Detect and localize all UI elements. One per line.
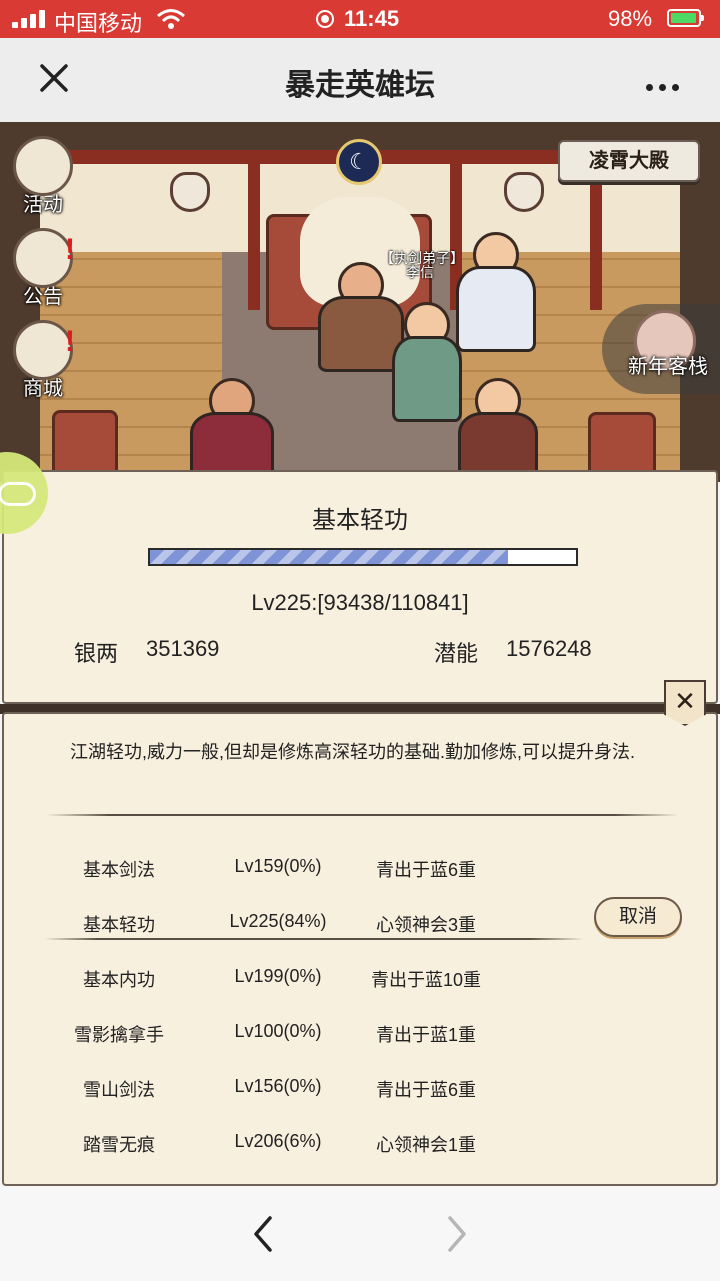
forward-arrow-icon[interactable] <box>442 1214 472 1254</box>
alert-badge-icon: ! <box>65 233 75 266</box>
more-menu-icon[interactable] <box>646 78 685 96</box>
cancel-button[interactable]: 取消 <box>594 897 682 937</box>
shop-stall-icon: ! <box>13 320 75 380</box>
new-year-inn-button[interactable]: 新年客栈 <box>602 304 720 394</box>
ox-skull-decoration <box>170 172 210 212</box>
location-label: 凌霄大殿 <box>558 140 700 182</box>
close-icon: ✕ <box>674 686 696 716</box>
selection-underline <box>44 938 584 940</box>
skill-row[interactable]: 基本内功 Lv199(0%) 青出于蓝10重 <box>4 966 716 1006</box>
ox-skull-decoration <box>504 172 544 212</box>
divider <box>46 814 678 816</box>
battery-icon <box>667 9 704 27</box>
announcement-button[interactable]: ! 公告 <box>10 228 76 309</box>
skill-row[interactable]: 雪影擒拿手 Lv100(0%) 青出于蓝1重 <box>4 1021 716 1061</box>
potential-value: 1576248 <box>506 636 592 661</box>
potential-label: 潜能 <box>434 641 479 666</box>
browser-bottom-bar <box>0 1186 720 1281</box>
game-scene: 【执剑弟子】 李信 ☾ 凌霄大殿 活动 ! 公告 ! 商城 新年客栈 <box>0 122 720 482</box>
skill-row[interactable]: 基本剑法 Lv159(0%) 青出于蓝6重 <box>4 856 716 896</box>
location-indicator-icon <box>316 10 334 28</box>
wifi-icon <box>157 9 185 29</box>
signal-icon <box>12 10 46 28</box>
skill-row[interactable]: 雪山剑法 Lv156(0%) 青出于蓝6重 <box>4 1076 716 1116</box>
npc-swordsman-white[interactable] <box>456 232 536 352</box>
nav-bar: 暴走英雄坛 <box>0 38 720 122</box>
skill-row[interactable]: 踏雪无痕 Lv206(6%) 心领神会1重 <box>4 1131 716 1171</box>
silver-label: 银两 <box>74 641 119 666</box>
npc-disciple[interactable] <box>458 378 538 482</box>
skill-progress-bar <box>148 548 578 566</box>
clock: 11:45 <box>344 6 400 31</box>
event-button[interactable]: 活动 <box>10 136 76 217</box>
flag-icon <box>13 136 73 196</box>
npc-name-label: 【执剑弟子】 李信 <box>380 250 464 280</box>
skill-level-text: Lv225:[93438/110841] <box>251 590 469 615</box>
silver-value: 351369 <box>146 636 220 661</box>
alert-badge-icon: ! <box>65 325 75 358</box>
status-bar: 中国移动 11:45 98% <box>0 0 720 38</box>
shop-button[interactable]: ! 商城 <box>10 320 76 401</box>
skill-detail-panel: 江湖轻功,威力一般,但却是修炼高深轻功的基础.勤加修炼,可以提升身法. 基本剑法… <box>2 712 718 1186</box>
carrier-name: 中国移动 <box>54 11 143 36</box>
skill-summary-panel: 基本轻功 Lv225:[93438/110841] 银两 351369 潜能 1… <box>2 470 718 704</box>
battery-percent: 98% <box>608 6 653 31</box>
player-character[interactable] <box>392 302 462 422</box>
back-arrow-icon[interactable] <box>248 1214 278 1254</box>
gamepad-icon <box>0 482 36 506</box>
day-night-icon[interactable]: ☾ <box>336 139 382 185</box>
skill-title: 基本轻功 <box>312 507 408 534</box>
skill-description: 江湖轻功,威力一般,但却是修炼高深轻功的基础.勤加修炼,可以提升身法. <box>70 742 636 762</box>
page-title: 暴走英雄坛 <box>285 69 435 102</box>
npc-general[interactable] <box>190 378 274 482</box>
notice-board-icon: ! <box>13 228 75 288</box>
